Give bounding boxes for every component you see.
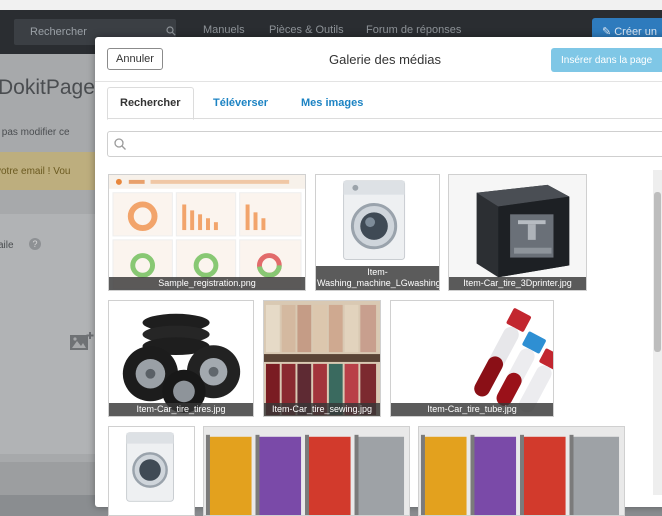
image-caption: Item-Car_tire_3Dprinter.jpg (449, 277, 586, 290)
blood-tubes-image (391, 301, 553, 416)
image-thumbnail[interactable] (418, 426, 625, 516)
page-subtitle: z pas modifier ce (0, 127, 70, 138)
image-thumbnail[interactable]: Item-Car_tire_sewing.jpg (263, 300, 381, 417)
gallery-scrollbar-thumb[interactable] (654, 192, 661, 352)
image-thumbnail[interactable]: Item-Car_tire_tube.jpg (390, 300, 554, 417)
image-caption: Item-Car_tire_sewing.jpg (264, 403, 380, 416)
filament-spools-image (204, 427, 409, 515)
search-icon (166, 26, 176, 36)
image-caption: Item-Car_tire_tires.jpg (109, 403, 253, 416)
image-thumbnail[interactable] (203, 426, 410, 516)
image-thumbnail[interactable]: Item-Car_tire_tires.jpg (108, 300, 254, 417)
washing-machine-image (109, 427, 194, 515)
browser-top-strip (0, 0, 662, 10)
sewing-threads-image (264, 301, 380, 416)
page-footer-area (0, 462, 110, 495)
email-alert-text: votre email ! Vou (0, 166, 71, 177)
form-field-label: aile (0, 240, 14, 251)
nav-link-forum[interactable]: Forum de réponses (366, 24, 461, 36)
add-image-icon[interactable] (70, 332, 94, 352)
image-thumbnail[interactable]: Item-Washing_machine_LGwashingmachine.jp… (315, 174, 440, 291)
image-caption: Sample_registration.png (109, 277, 305, 290)
3d-printer-image (449, 175, 586, 290)
image-thumbnail[interactable]: Sample_registration.png (108, 174, 306, 291)
help-icon[interactable]: ? (29, 238, 41, 250)
nav-link-pieces-outils[interactable]: Pièces & Outils (269, 24, 344, 36)
site-search-placeholder: Rechercher (30, 26, 87, 38)
tires-image (109, 301, 253, 416)
nav-link-manuels[interactable]: Manuels (203, 24, 245, 36)
media-gallery-modal: Annuler Galerie des médias Insérer dans … (95, 37, 662, 516)
image-grid: Sample_registration.png Item-Washing_mac… (95, 37, 662, 516)
page-title: DokitPage (0, 76, 95, 99)
registration-screenshot-image (109, 175, 305, 290)
filament-spools-image (419, 427, 624, 515)
image-caption: Item-Car_tire_tube.jpg (391, 403, 553, 416)
image-caption: Item-Washing_machine_LGwashingmachine.jp… (316, 266, 440, 290)
image-thumbnail[interactable] (108, 426, 195, 516)
image-thumbnail[interactable]: Item-Car_tire_3Dprinter.jpg (448, 174, 587, 291)
